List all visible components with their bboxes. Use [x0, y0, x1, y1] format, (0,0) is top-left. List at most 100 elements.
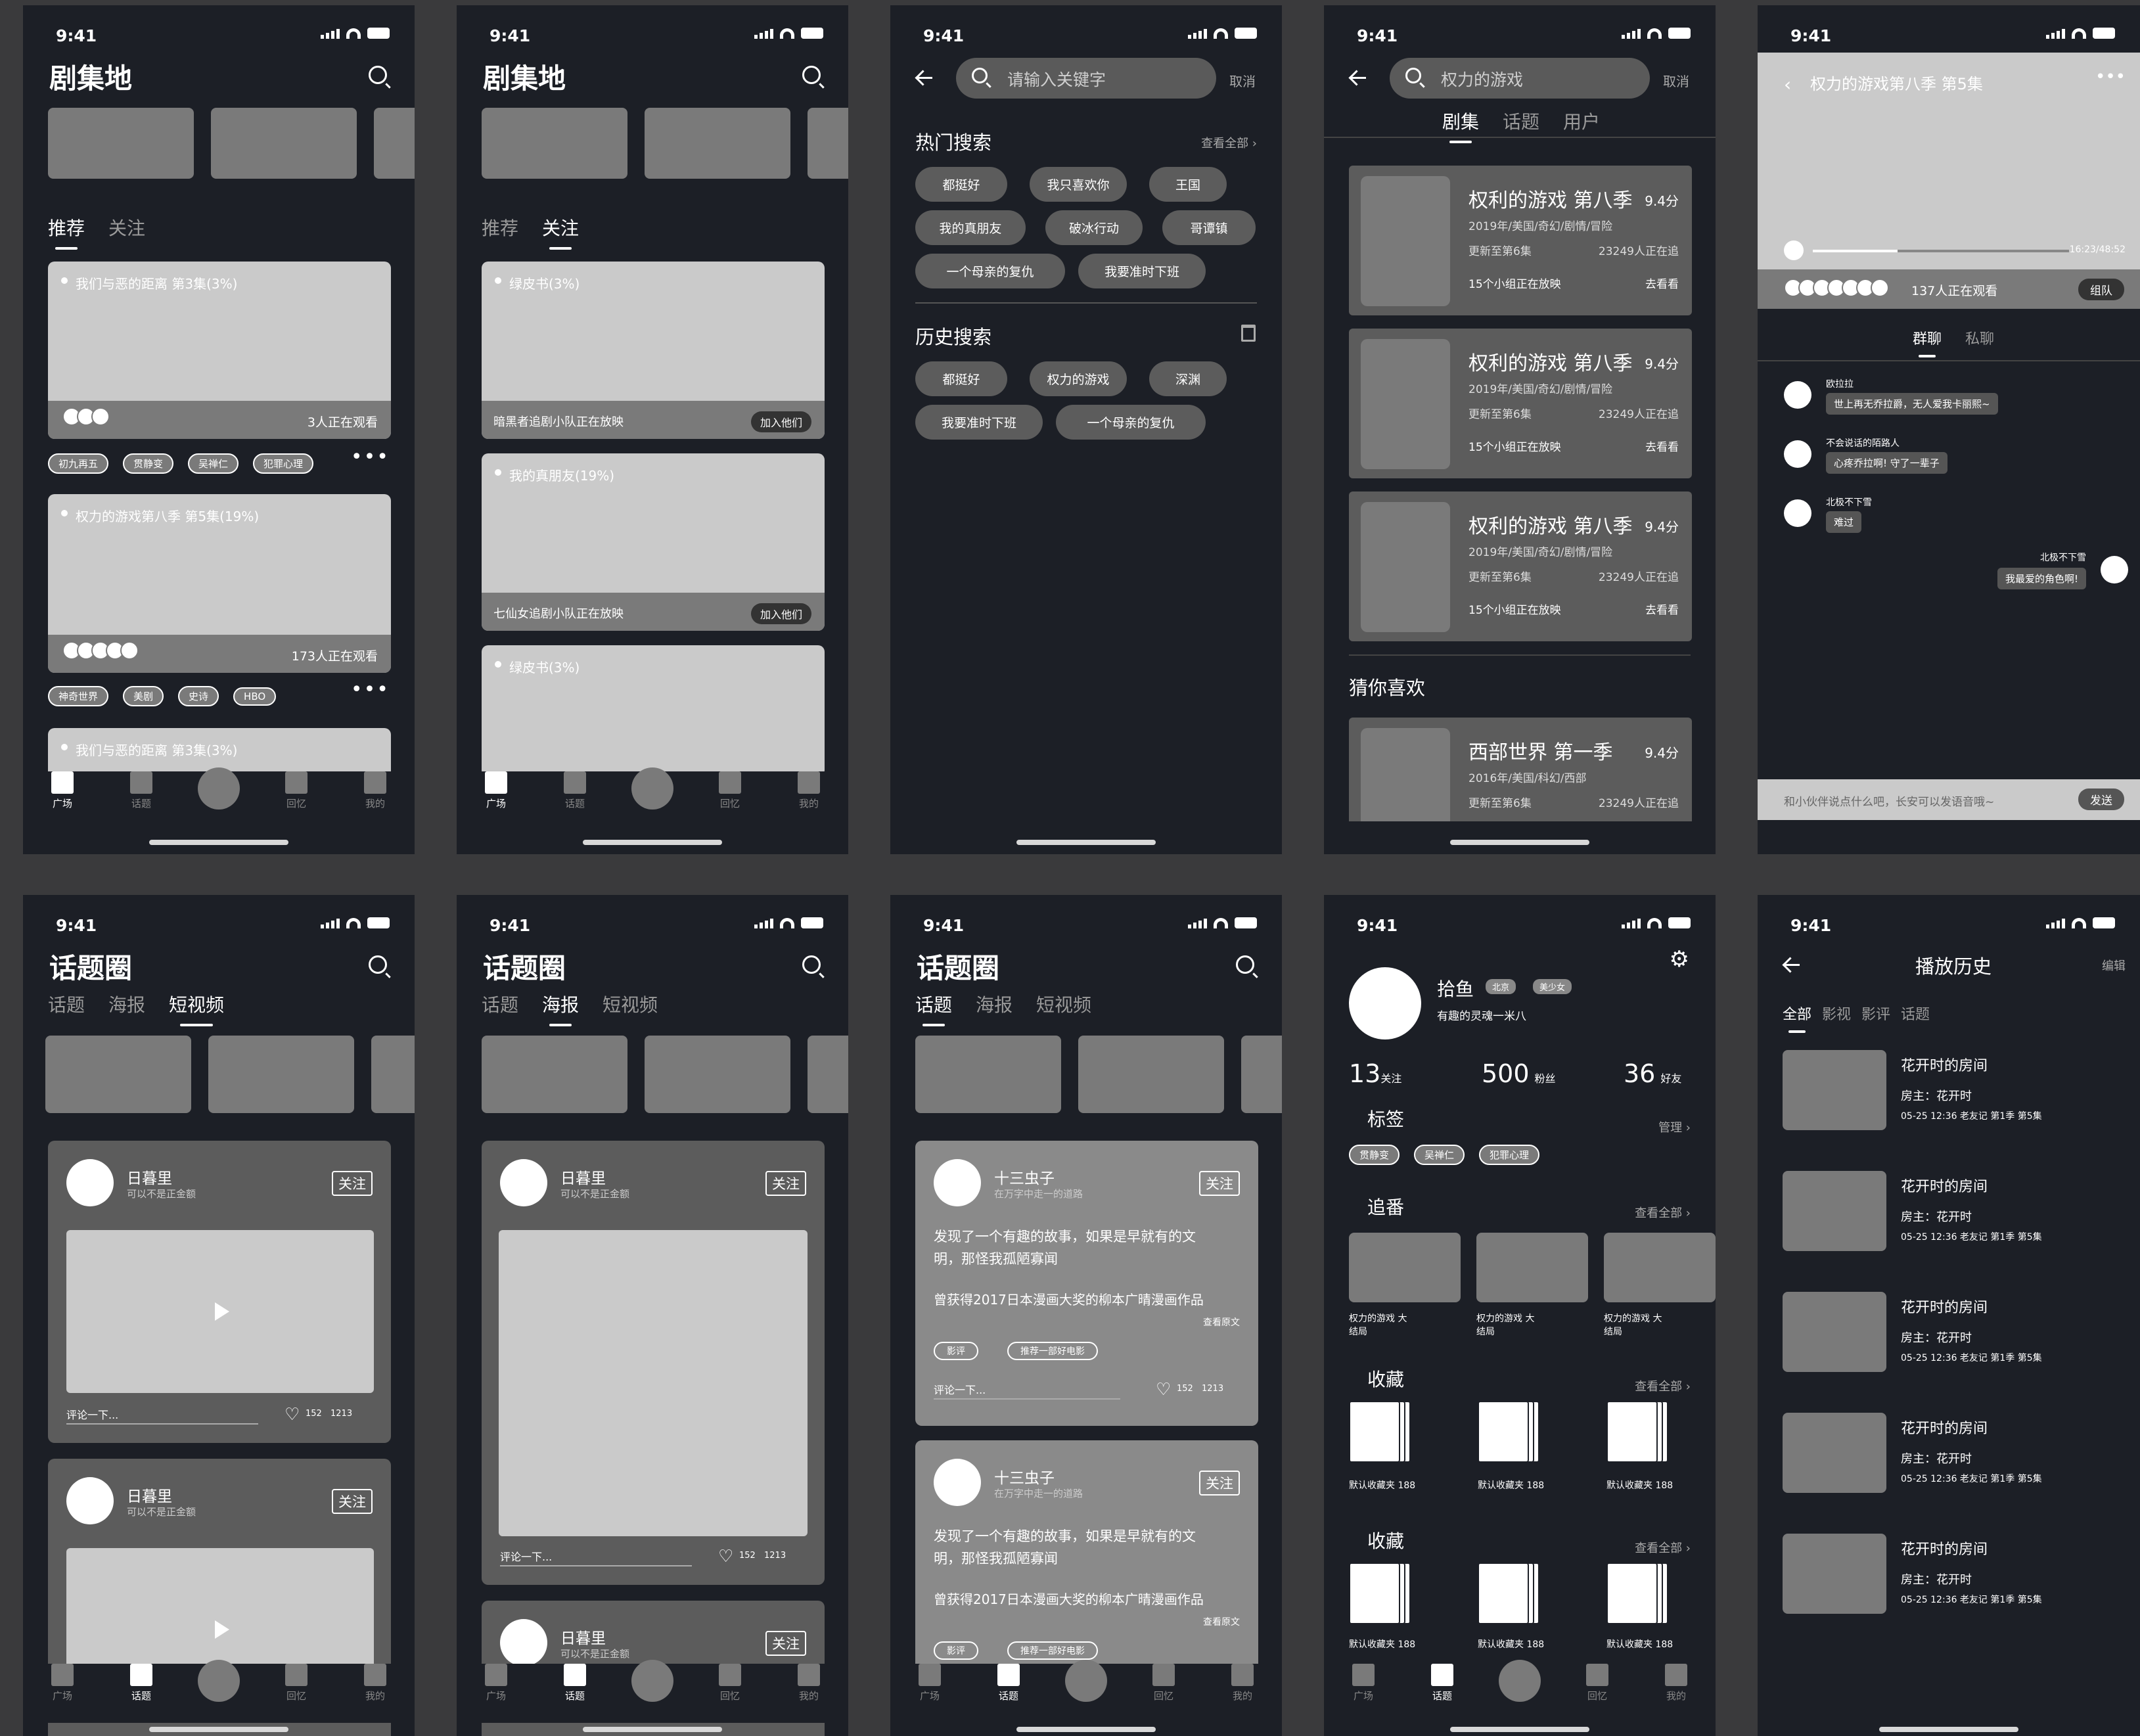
watch-card[interactable]: 我们与恶的距离 第3集(3%) 3人正在观看: [48, 262, 391, 439]
play-icon[interactable]: [1784, 240, 1804, 260]
banner-card[interactable]: [645, 108, 790, 179]
banner-card[interactable]: [374, 108, 415, 179]
history-item[interactable]: 花开时的房间 房主：花开时 05-25 12:36 老友记 第1季 第5集: [1783, 1413, 2124, 1497]
post-tag[interactable]: 推荐一部好电影: [1007, 1641, 1098, 1660]
tab-recommend[interactable]: 推荐: [48, 214, 85, 250]
play-icon[interactable]: [215, 1620, 229, 1639]
nav-center-button[interactable]: [631, 767, 673, 810]
banner-card[interactable]: [482, 108, 627, 179]
back-arrow-icon[interactable]: [915, 70, 932, 87]
poster-image[interactable]: [499, 1230, 808, 1536]
tab-short-video[interactable]: 短视频: [169, 991, 224, 1026]
tag[interactable]: 犯罪心理: [253, 453, 314, 474]
result-card[interactable]: 西部世界 第一季 9.4分 2016年/美国/科幻/西部 更新至第6集 23249人正在…: [1349, 718, 1692, 854]
comment-input[interactable]: 评论一下...: [934, 1381, 986, 1397]
video-post[interactable]: 日暮里 可以不是正金额 关注 评论一下... ♡ 152 1213: [48, 1141, 391, 1443]
see-all-link[interactable]: 查看全部 ›: [1201, 134, 1257, 151]
banner-card[interactable]: [645, 1036, 790, 1113]
search-input[interactable]: 权力的游戏: [1390, 58, 1650, 99]
post-tag[interactable]: 影评: [934, 1641, 978, 1660]
heart-icon[interactable]: ♡: [285, 1406, 302, 1423]
video-player[interactable]: ‹ 权力的游戏第八季 第5集 ••• 16:23/48:52: [1758, 53, 2140, 269]
edit-button[interactable]: 编辑: [2102, 957, 2126, 974]
join-button[interactable]: 加入他们: [750, 411, 811, 432]
tab-user[interactable]: 用户: [1563, 108, 1600, 134]
follow-button[interactable]: 关注: [332, 1171, 373, 1196]
read-more-link[interactable]: 查看原文: [1203, 1315, 1240, 1329]
watch-card[interactable]: 权力的游戏第八季 第5集(19%) 173人正在观看: [48, 494, 391, 673]
hot-keyword[interactable]: 我只喜欢你: [1030, 167, 1127, 202]
search-input[interactable]: 请输入关键字: [956, 58, 1216, 99]
nav-memory[interactable]: 回忆: [710, 1664, 750, 1702]
banner-card[interactable]: [1241, 1036, 1282, 1113]
send-button[interactable]: 发送: [2078, 788, 2124, 810]
stat-friends[interactable]: 36 好友: [1624, 1059, 1681, 1088]
see-all-link[interactable]: 查看全部 ›: [1635, 1204, 1691, 1221]
nav-memory[interactable]: 回忆: [1144, 1664, 1183, 1702]
more-icon[interactable]: •••: [351, 445, 390, 468]
banner-card[interactable]: [208, 1036, 354, 1113]
tab-topic[interactable]: 话题: [1901, 1003, 1930, 1024]
tab-all[interactable]: 全部: [1783, 1003, 1811, 1033]
post-tag[interactable]: 影评: [934, 1342, 978, 1360]
follow-button[interactable]: 关注: [765, 1631, 806, 1656]
follow-button[interactable]: 关注: [332, 1489, 373, 1514]
more-icon[interactable]: •••: [351, 678, 390, 701]
hot-keyword[interactable]: 破冰行动: [1045, 210, 1143, 245]
post-tag[interactable]: 推荐一部好电影: [1007, 1342, 1098, 1360]
hot-keyword[interactable]: 一个母亲的复仇: [915, 254, 1065, 288]
folder-icon[interactable]: [1606, 1563, 1668, 1624]
tab-poster[interactable]: 海报: [108, 991, 145, 1017]
settings-gear-icon[interactable]: ⚙: [1670, 946, 1689, 972]
join-button[interactable]: 加入他们: [750, 603, 811, 624]
tab-film[interactable]: 影视: [1822, 1003, 1851, 1024]
tab-poster[interactable]: 海报: [976, 991, 1013, 1017]
history-keyword[interactable]: 深渊: [1149, 361, 1227, 396]
heart-icon[interactable]: ♡: [718, 1548, 735, 1565]
cancel-button[interactable]: 取消: [1229, 71, 1256, 90]
tab-review[interactable]: 影评: [1861, 1003, 1890, 1024]
back-arrow-icon[interactable]: [1349, 70, 1366, 87]
nav-mine[interactable]: 我的: [789, 1664, 829, 1702]
tab-topic[interactable]: 话题: [482, 991, 518, 1017]
comment-input[interactable]: 评论一下...: [500, 1548, 552, 1564]
group-card[interactable]: 绿皮书(3%) 暗黑者追剧小队正在放映 加入他们: [482, 262, 825, 439]
nav-topic[interactable]: 话题: [555, 771, 595, 810]
group-button[interactable]: 组队: [2078, 279, 2124, 300]
banner-card[interactable]: [808, 1036, 848, 1113]
topic-post[interactable]: 十三虫子 在万字中走一的道路 关注 发现了一个有趣的故事，如果是早就有的文 明，那怪…: [915, 1141, 1258, 1426]
nav-square[interactable]: 广场: [476, 1664, 516, 1702]
more-icon[interactable]: •••: [2095, 67, 2126, 87]
tab-group-chat[interactable]: 群聊: [1913, 327, 1942, 357]
group-card[interactable]: 我的真朋友(19%) 七仙女追剧小队正在放映 加入他们: [482, 453, 825, 631]
nav-mine[interactable]: 我的: [355, 771, 395, 810]
nav-topic[interactable]: 话题: [122, 771, 161, 810]
hot-keyword[interactable]: 我的真朋友: [915, 210, 1026, 245]
nav-memory[interactable]: 回忆: [277, 771, 316, 810]
nav-mine[interactable]: 我的: [1656, 1664, 1696, 1702]
tag[interactable]: 吴禅仁: [1414, 1145, 1465, 1165]
search-icon[interactable]: [802, 66, 821, 84]
hot-keyword[interactable]: 我要准时下班: [1078, 254, 1206, 288]
result-card[interactable]: 权利的游戏 第八季 9.4分 2019年/美国/奇幻/剧情/冒险 更新至第6集 2324…: [1349, 491, 1692, 641]
nav-center-button[interactable]: [198, 1660, 240, 1702]
tag[interactable]: 神奇世界: [48, 686, 109, 706]
play-icon[interactable]: [215, 1302, 229, 1321]
folder-icon[interactable]: [1349, 1401, 1411, 1463]
history-keyword[interactable]: 一个母亲的复仇: [1056, 405, 1206, 440]
nav-center-button[interactable]: [198, 767, 240, 810]
tab-poster[interactable]: 海报: [542, 991, 579, 1026]
banner-card[interactable]: [48, 108, 194, 179]
tag[interactable]: 美剧: [123, 686, 164, 706]
nav-square[interactable]: 广场: [910, 1664, 949, 1702]
nav-square[interactable]: 广场: [476, 771, 516, 810]
search-icon[interactable]: [369, 955, 387, 974]
nav-center-button[interactable]: [1065, 1660, 1107, 1702]
tab-follow[interactable]: 关注: [542, 214, 579, 250]
tab-private-chat[interactable]: 私聊: [1965, 327, 1994, 348]
folder-icon[interactable]: [1478, 1401, 1539, 1463]
poster-post[interactable]: 日暮里 可以不是正金额 关注 评论一下... ♡ 152 1213: [482, 1141, 825, 1585]
search-icon[interactable]: [802, 955, 821, 974]
history-keyword[interactable]: 我要准时下班: [915, 405, 1043, 440]
result-card[interactable]: 权利的游戏 第八季 9.4分 2019年/美国/奇幻/剧情/冒险 更新至第6集 2324…: [1349, 329, 1692, 478]
